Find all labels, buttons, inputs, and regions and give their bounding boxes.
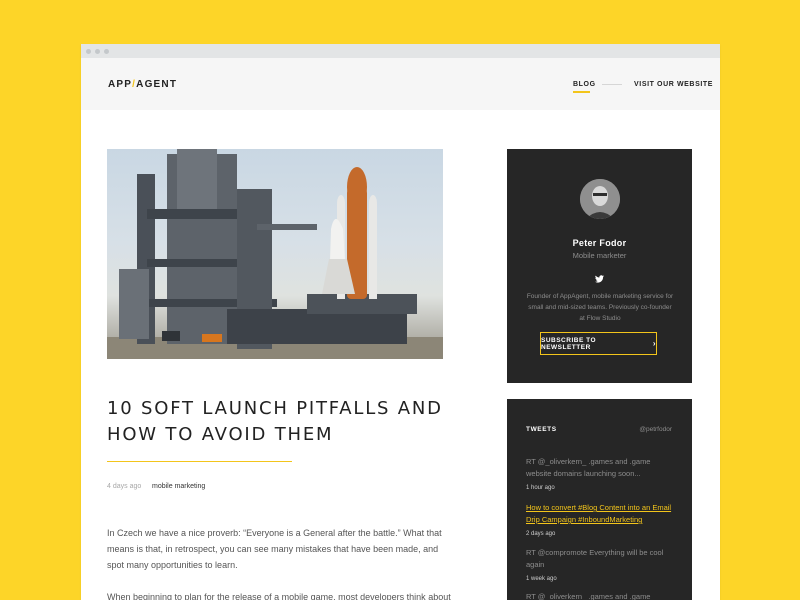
subscribe-newsletter-button[interactable]: SUBSCRIBE TO NEWSLETTER ›	[540, 332, 657, 355]
tweet-item: RT @_oliverkern_ .games and .game websit…	[526, 456, 676, 491]
tweets-heading: TWEETS	[526, 426, 557, 433]
twitter-icon[interactable]	[595, 270, 604, 288]
tweet-item: RT @_oliverkern_ .games and .game websit…	[526, 591, 676, 600]
article-tag-link[interactable]: mobile marketing	[152, 483, 205, 490]
article-paragraph: When beginning to plan for the release o…	[107, 592, 451, 600]
author-profile-card: Peter Fodor Mobile marketer Founder of A…	[507, 149, 692, 383]
window-close-dot[interactable]	[86, 49, 91, 54]
article-hero-image	[107, 149, 443, 359]
nav-divider	[602, 84, 622, 85]
window-maximize-dot[interactable]	[104, 49, 109, 54]
tweet-time: 1 hour ago	[526, 485, 555, 491]
browser-window: APP/AGENT BLOG VISIT OUR WEBSITE 10 SOFT…	[81, 44, 720, 600]
nav-visit-website-link[interactable]: VISIT OUR WEBSITE	[634, 81, 713, 88]
article-date: 4 days ago	[107, 483, 142, 490]
tweet-time: 1 week ago	[526, 576, 557, 582]
article-title[interactable]: 10 SOFT LAUNCH PITFALLS AND HOW TO AVOID…	[107, 396, 447, 448]
avatar[interactable]	[580, 179, 620, 219]
title-underline	[107, 461, 292, 462]
subscribe-label: SUBSCRIBE TO NEWSLETTER	[541, 336, 596, 351]
window-titlebar	[81, 44, 720, 58]
author-role: Mobile marketer	[572, 251, 627, 260]
tweet-text: RT @_oliverkern_ .games and .game websit…	[526, 457, 651, 478]
tweets-card: TWEETS @petrfodor RT @_oliverkern_ .game…	[507, 399, 692, 600]
article-paragraph: In Czech we have a nice proverb: “Everyo…	[107, 528, 442, 570]
author-bio: Founder of AppAgent, mobile marketing se…	[526, 293, 674, 322]
nav-blog-link[interactable]: BLOG	[573, 81, 596, 88]
tweet-text: RT @_oliverkern_ .games and .game websit…	[526, 592, 651, 600]
site-header: APP/AGENT BLOG VISIT OUR WEBSITE	[81, 58, 720, 110]
tweet-item: RT @compromote Everything will be cool a…	[526, 547, 676, 582]
tweet-time: 2 days ago	[526, 531, 556, 537]
nav-active-underline	[573, 91, 590, 93]
twitter-handle-link[interactable]: @petrfodor	[639, 426, 672, 433]
chevron-right-icon: ›	[652, 339, 656, 348]
tweet-text: RT @compromote Everything will be cool a…	[526, 548, 664, 569]
window-minimize-dot[interactable]	[95, 49, 100, 54]
author-name: Peter Fodor	[572, 238, 627, 248]
tweet-item: How to convert #Blog Content into an Ema…	[526, 502, 676, 537]
appagent-logo[interactable]: APP/AGENT	[108, 79, 177, 90]
tweet-link[interactable]: How to convert #Blog Content into an Ema…	[526, 502, 676, 526]
